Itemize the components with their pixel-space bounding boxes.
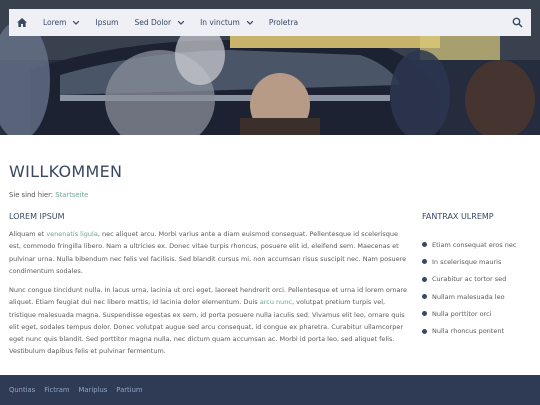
paragraph: Aliquam et venenatis ligula, nec aliquet…: [9, 228, 409, 277]
bullet-icon: [422, 242, 427, 248]
bullet-icon: [422, 294, 427, 300]
chevron-down-icon: [246, 20, 253, 25]
main-heading: LOREM IPSUM: [9, 212, 65, 221]
sidebar-item[interactable]: Nulla porttitor orci: [422, 305, 516, 322]
search-icon[interactable]: [512, 17, 523, 28]
home-icon: [17, 18, 27, 27]
nav-item-label: In vinctum: [200, 18, 240, 27]
sidebar-item[interactable]: In scelerisque mauris: [422, 253, 516, 270]
footer-link[interactable]: Fictram: [44, 386, 69, 394]
sidebar-item-label: In scelerisque mauris: [432, 257, 502, 266]
sidebar-list: Etiam consequat eros nec In scelerisque …: [422, 236, 516, 340]
bullet-icon: [422, 276, 427, 282]
bullet-icon: [422, 259, 427, 265]
paragraph-text: Aliquam et: [9, 230, 47, 238]
bullet-icon: [422, 328, 427, 334]
paragraph: Nunc congue tincidunt nulla. In lacus ur…: [9, 284, 409, 358]
nav-item-lorem[interactable]: Lorem: [35, 9, 87, 36]
sidebar-item-label: Nulla rhoncus pontent: [432, 327, 505, 336]
main-nav: Lorem Ipsum Sed Dolor In vinctum Proletr…: [9, 9, 531, 36]
nav-item-label: Proletra: [268, 18, 299, 27]
sidebar-heading: FANTRAX ULREMP: [422, 212, 494, 221]
footer-link[interactable]: Partium: [116, 386, 142, 394]
chevron-down-icon: [73, 20, 80, 25]
sidebar-item[interactable]: Nulla rhoncus pontent: [422, 322, 516, 339]
nav-item-ipsum[interactable]: Ipsum: [87, 9, 126, 36]
sidebar-item-label: Nulla porttitor orci: [432, 309, 492, 318]
breadcrumb-prefix: Sie sind hier:: [9, 191, 54, 199]
nav-item-in-vinctum[interactable]: In vinctum: [192, 9, 261, 36]
bullet-icon: [422, 311, 427, 317]
sidebar-item-label: Etiam consequat eros nec: [432, 240, 517, 249]
inline-link[interactable]: arcu nunc: [260, 298, 292, 306]
paragraph-text: , volutpat pretium turpis vel, tristique…: [9, 298, 405, 356]
footer: Quntias Fictram Mariplus Partium: [0, 375, 540, 405]
sidebar-item[interactable]: Curabitur ac tortor sed: [422, 271, 516, 288]
sidebar-item-label: Curabitur ac tortor sed: [432, 275, 507, 284]
footer-link[interactable]: Quntias: [9, 386, 35, 394]
nav-item-label: Ipsum: [95, 18, 119, 27]
breadcrumb: Sie sind hier: Startseite: [9, 191, 88, 199]
footer-link[interactable]: Mariplus: [79, 386, 108, 394]
chevron-down-icon: [178, 20, 185, 25]
nav-item-sed-dolor[interactable]: Sed Dolor: [126, 9, 192, 36]
nav-item-label: Sed Dolor: [134, 18, 172, 27]
sidebar-item-label: Nullam malesuada leo: [432, 292, 505, 301]
inline-link[interactable]: venenatis ligula: [46, 230, 98, 238]
home-button[interactable]: [9, 9, 35, 36]
page-title: WILLKOMMEN: [9, 162, 123, 181]
sidebar-item[interactable]: Etiam consequat eros nec: [422, 236, 516, 253]
nav-item-label: Lorem: [43, 18, 67, 27]
sidebar-item[interactable]: Nullam malesuada leo: [422, 288, 516, 305]
breadcrumb-link-home[interactable]: Startseite: [55, 191, 88, 199]
nav-item-proletra[interactable]: Proletra: [261, 9, 306, 36]
